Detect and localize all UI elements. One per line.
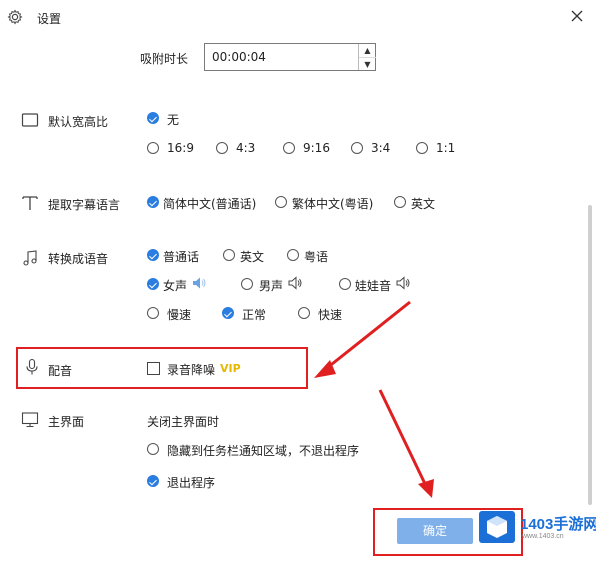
voice-mandarin-label: 普通话 (163, 250, 200, 264)
stepper-down-icon[interactable]: ▼ (359, 57, 376, 71)
voice-child-label: 娃娃音 (355, 279, 392, 293)
aspect-1-1-radio[interactable] (416, 142, 428, 154)
speed-fast-radio[interactable] (298, 307, 310, 319)
voice-child-radio[interactable] (339, 278, 351, 290)
watermark-logo (479, 511, 515, 543)
aspect-16-9-radio[interactable] (147, 142, 159, 154)
confirm-button[interactable]: 确定 (397, 518, 473, 544)
watermark-brand: 1403手游网 (520, 516, 596, 533)
exit-program-label: 退出程序 (167, 476, 216, 490)
window-title: 设置 (37, 12, 62, 26)
voice-female-label: 女声 (163, 279, 188, 293)
watermark-url: www.1403.cn (522, 533, 564, 540)
text-icon (22, 196, 38, 210)
voice-english-radio[interactable] (223, 249, 235, 261)
aspect-1-1-label: 1:1 (436, 141, 456, 155)
voice-male-radio[interactable] (241, 278, 253, 290)
speaker-playing-icon[interactable] (192, 276, 206, 290)
arrow-to-confirm (378, 389, 434, 498)
voice-cantonese-label: 粤语 (304, 250, 329, 264)
aspect-none-label: 无 (167, 113, 180, 127)
stepper-up-icon[interactable]: ▲ (359, 44, 376, 57)
aspect-none-radio[interactable] (147, 112, 159, 124)
speed-slow-radio[interactable] (147, 307, 159, 319)
dubbing-label: 配音 (48, 364, 73, 378)
subtitle-cantonese-label: 繁体中文(粤语) (292, 197, 374, 211)
subtitle-english-label: 英文 (411, 197, 436, 211)
aspect-9-16-label: 9:16 (303, 141, 330, 155)
noise-reduction-checkbox[interactable] (147, 362, 160, 375)
hide-to-tray-label: 隐藏到任务栏通知区域，不退出程序 (167, 444, 360, 458)
scrollbar[interactable] (588, 205, 592, 505)
subtitle-mandarin-radio[interactable] (147, 196, 159, 208)
subtitle-cantonese-radio[interactable] (275, 196, 287, 208)
speed-slow-label: 慢速 (167, 308, 192, 322)
aspect-3-4-label: 3:4 (371, 141, 391, 155)
voice-cantonese-radio[interactable] (287, 249, 299, 261)
subtitle-language-label: 提取字幕语言 (48, 198, 121, 212)
snap-duration-label: 吸附时长 (140, 52, 189, 66)
monitor-icon (21, 412, 39, 428)
aspect-4-3-label: 4:3 (236, 141, 256, 155)
subtitle-english-radio[interactable] (394, 196, 406, 208)
aspect-4-3-radio[interactable] (216, 142, 228, 154)
cube-icon (487, 516, 507, 538)
noise-reduction-label: 录音降噪 (167, 363, 216, 377)
main-ui-label: 主界面 (48, 415, 85, 429)
hide-to-tray-radio[interactable] (147, 443, 159, 455)
snap-duration-value: 00:00:04 (212, 50, 266, 64)
speaker-icon[interactable] (396, 276, 410, 290)
speaker-icon[interactable] (288, 276, 302, 290)
speed-normal-radio[interactable] (222, 307, 234, 319)
voice-english-label: 英文 (240, 250, 265, 264)
close-behavior-desc: 关闭主界面时 (147, 415, 220, 429)
aspect-9-16-radio[interactable] (283, 142, 295, 154)
subtitle-mandarin-label: 简体中文(普通话) (163, 197, 257, 211)
exit-program-radio[interactable] (147, 475, 159, 487)
close-icon[interactable] (568, 7, 586, 25)
aspect-ratio-label: 默认宽高比 (48, 115, 109, 129)
voice-mandarin-radio[interactable] (147, 249, 159, 261)
music-note-icon (23, 250, 37, 266)
title-bar: 设置 (0, 0, 596, 34)
gear-icon (7, 9, 23, 25)
aspect-16-9-label: 16:9 (167, 141, 194, 155)
voice-male-label: 男声 (259, 279, 284, 293)
convert-speech-label: 转换成语音 (48, 252, 109, 266)
aspect-3-4-radio[interactable] (351, 142, 363, 154)
aspect-ratio-icon (21, 113, 39, 127)
speed-fast-label: 快速 (318, 308, 343, 322)
vip-badge: VIP (220, 362, 241, 375)
snap-duration-stepper[interactable]: ▲ ▼ (358, 44, 376, 70)
speed-normal-label: 正常 (242, 308, 267, 322)
microphone-icon (26, 358, 38, 375)
voice-female-radio[interactable] (147, 278, 159, 290)
